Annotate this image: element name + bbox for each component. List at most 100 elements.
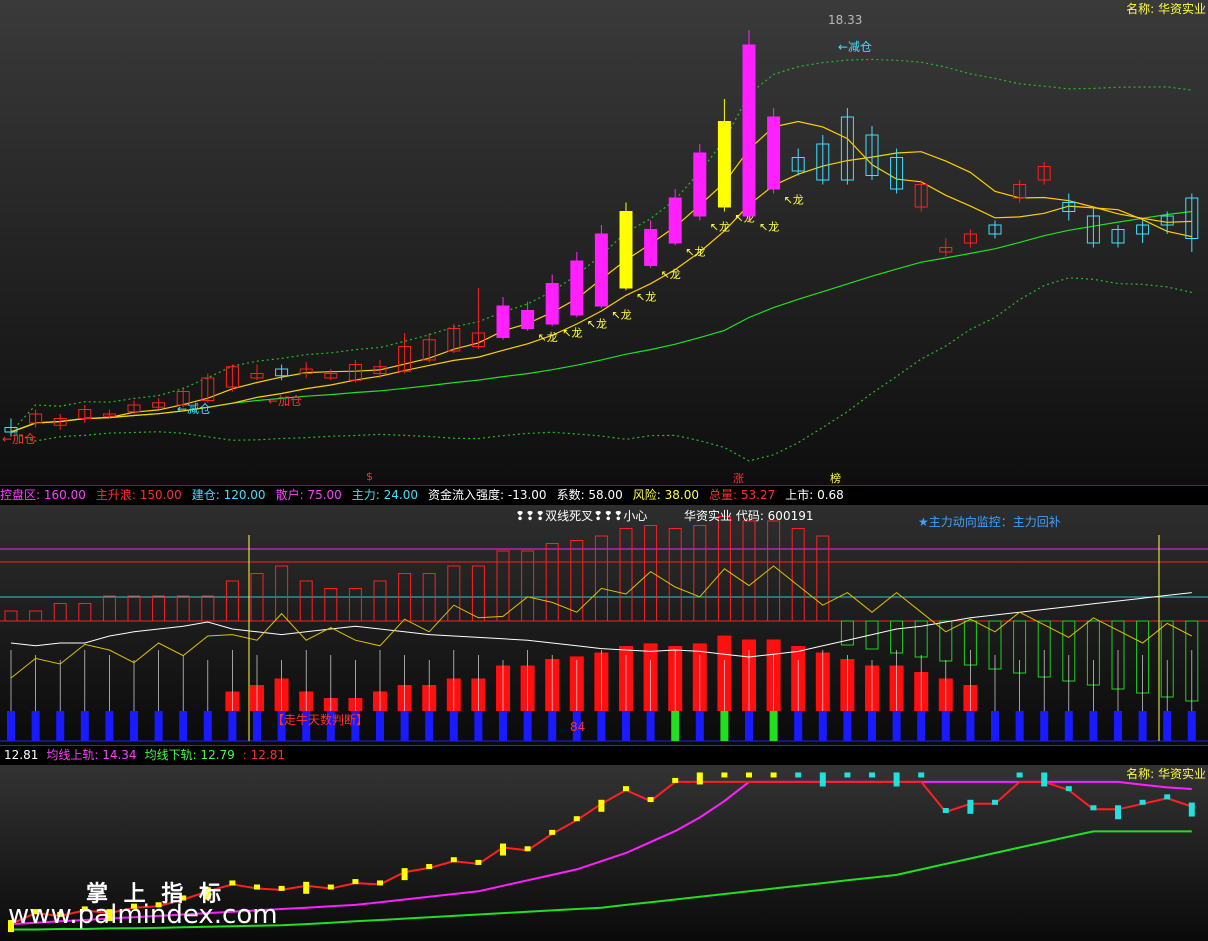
upper-box <box>29 610 43 622</box>
info-value: 建仓: 120.00 <box>191 488 266 502</box>
main-force-monitor-label: ★主力动向监控：主力回补 <box>918 515 1061 529</box>
band-marker <box>795 772 802 778</box>
band-marker <box>770 772 777 778</box>
reduce-position-label: ←减仓 <box>177 402 212 416</box>
upper-box <box>225 580 239 622</box>
upper-box <box>570 540 584 622</box>
band-marker <box>1016 772 1023 778</box>
band-marker <box>1139 799 1146 805</box>
band-marker <box>893 772 900 787</box>
dragon-marker: ↖龙 <box>685 245 705 258</box>
stock-name-label: 名称: 华资实业 <box>1126 2 1206 16</box>
band-marker <box>942 808 949 813</box>
reduce-position-label: ←减仓 <box>838 40 873 54</box>
band-info-bar: 12.81 均线上轨: 14.34 均线下轨: 12.79: 12.81 <box>0 745 1208 766</box>
band-marker <box>1164 794 1171 800</box>
base-bar <box>695 711 704 741</box>
candle-body <box>619 211 633 289</box>
base-bar <box>154 711 163 741</box>
base-bar <box>646 711 655 741</box>
dollar-marker: $ <box>366 470 373 483</box>
band-marker <box>623 786 629 792</box>
band-marker <box>377 880 383 886</box>
candle-body <box>644 229 658 266</box>
base-bar <box>7 711 15 741</box>
candle-body <box>570 260 584 316</box>
base-bar <box>966 711 975 741</box>
upper-box <box>767 520 781 622</box>
base-bar <box>1015 711 1024 741</box>
upper-box <box>693 525 707 622</box>
base-bar <box>1089 711 1098 741</box>
upper-box <box>275 565 289 622</box>
band-marker <box>549 829 556 835</box>
dragon-marker: ↖龙 <box>636 290 656 303</box>
dragon-marker: ↖龙 <box>587 317 607 330</box>
candle-body <box>693 152 707 217</box>
candle-body <box>668 197 682 244</box>
info-value: 资金流入强度: -13.00 <box>428 488 547 502</box>
upper-box <box>619 528 633 622</box>
candle-body <box>521 310 535 329</box>
main-force-panel[interactable]: ❢❢❢双线死叉❢❢❢小心 华资实业 代码: 600191 ★主力动向监控：主力回… <box>0 505 1208 745</box>
band-marker <box>1115 805 1121 820</box>
band-marker <box>450 857 457 863</box>
info-value: 均线上轨: 14.34 <box>46 748 137 762</box>
bang-marker: 榜 <box>830 472 841 485</box>
stock-code-label: 华资实业 代码: 600191 <box>684 509 814 523</box>
band-marker <box>672 777 679 783</box>
bull-days-label: 【走牛天数判断】 <box>272 713 369 727</box>
band-marker <box>426 864 433 870</box>
info-value: 总量: 53.27 <box>709 488 776 502</box>
base-bar <box>1187 711 1196 741</box>
band-marker <box>647 797 654 803</box>
candle-body <box>717 121 731 208</box>
candle-body <box>742 44 756 217</box>
add-position-label: ←加仓 <box>2 432 37 446</box>
band-marker <box>746 772 752 778</box>
upper-box <box>102 595 116 622</box>
dragon-marker: ↖龙 <box>562 326 582 339</box>
band-marker <box>475 859 482 865</box>
upper-box <box>545 543 559 622</box>
info-value: 风险: 38.00 <box>632 488 699 502</box>
candle-body <box>594 233 608 307</box>
upper-box <box>939 620 953 662</box>
cross-warning-title: ❢❢❢双线死叉❢❢❢小心 <box>515 509 648 523</box>
base-bar <box>31 711 40 741</box>
base-bar <box>671 711 680 741</box>
base-bar <box>80 711 89 741</box>
band-marker <box>278 885 285 891</box>
dragon-marker: ↖龙 <box>538 331 558 344</box>
band-marker <box>573 816 580 822</box>
retail-line <box>10 592 1192 658</box>
band-marker <box>918 772 925 778</box>
band-marker <box>401 868 408 881</box>
upper-box <box>890 620 904 654</box>
base-bar <box>130 711 138 741</box>
base-bar <box>376 711 384 741</box>
base-bar <box>941 711 950 741</box>
upper-box <box>127 595 141 622</box>
base-bar <box>991 711 999 741</box>
info-value: 主力: 24.00 <box>351 488 419 502</box>
upper-box <box>668 528 682 622</box>
main-force-chart[interactable] <box>0 505 1208 745</box>
price-panel[interactable]: ↖龙 ↖龙 ↖龙 ↖龙 ↖龙 ↖龙 ↖龙 ↖龙 ↖龙 ↖龙 ↖龙 名称: 华资实业 18.33 ←减… <box>0 0 1208 485</box>
base-bar <box>843 711 852 741</box>
band-marker <box>844 772 851 778</box>
base-bar <box>1114 711 1122 741</box>
upper-box <box>201 595 215 622</box>
info-value: 主升浪: 150.00 <box>95 488 182 502</box>
base-bar <box>499 711 507 741</box>
base-bar <box>745 711 753 741</box>
upper-box <box>447 565 461 622</box>
add-position-label: ←加仓 <box>268 394 303 408</box>
upper-box <box>324 588 338 622</box>
band-marker <box>992 799 998 805</box>
candle-body <box>496 305 510 338</box>
stock-name-label: 名称: 华资实业 <box>1126 767 1206 781</box>
candle-body <box>767 116 781 190</box>
base-bar <box>769 711 778 741</box>
base-bar <box>1163 711 1172 741</box>
